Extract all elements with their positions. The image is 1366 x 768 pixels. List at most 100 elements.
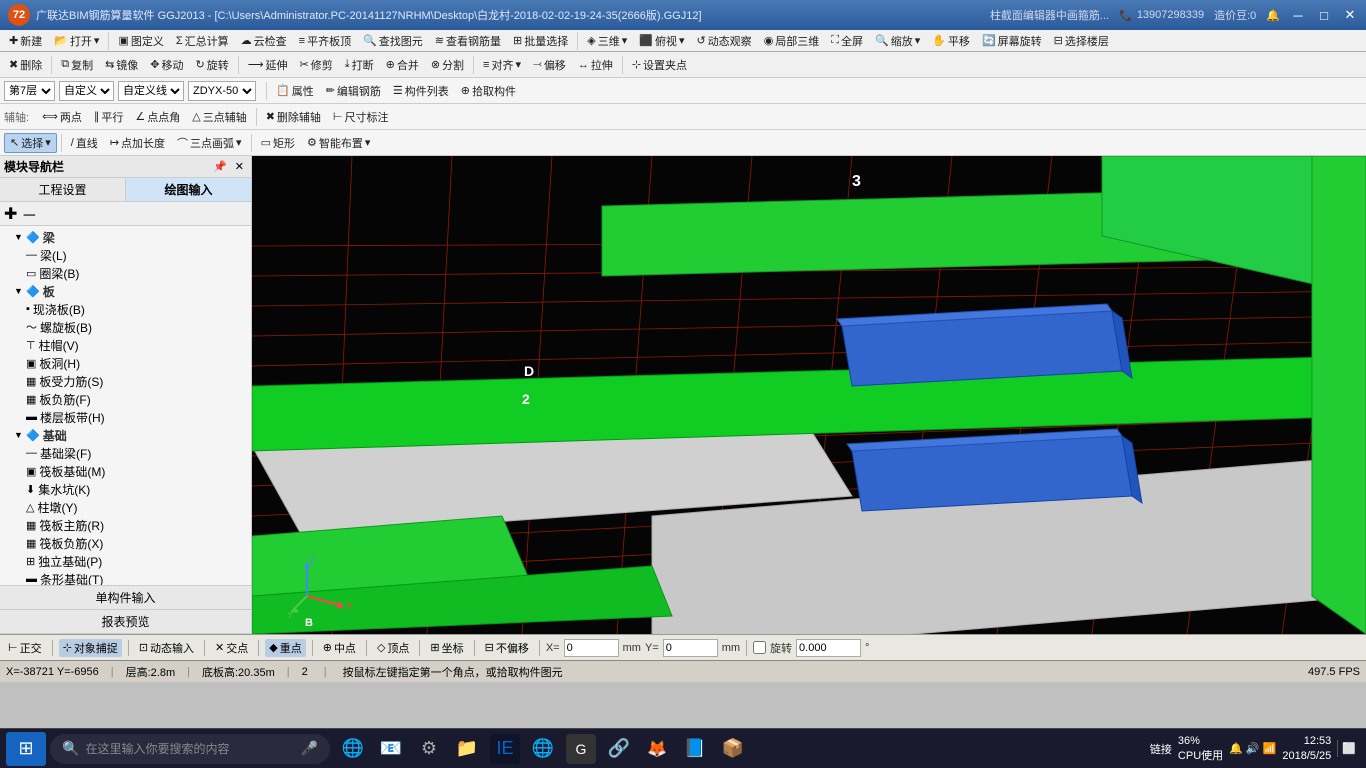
tool-mirror[interactable]: ⇆ 镜像 <box>100 56 143 74</box>
menu-screen-rotate[interactable]: 🔄 屏幕旋转 <box>977 32 1047 50</box>
taskbar-icon-1[interactable]: 🌐 <box>338 734 368 764</box>
tree-item-slab-rebar[interactable]: ▦ 板受力筋(S) <box>0 372 251 390</box>
snap-no-offset[interactable]: ⊟ 不偏移 <box>481 639 533 657</box>
maximize-button[interactable]: □ <box>1316 7 1332 23</box>
tree-item-spiral-slab[interactable]: 〜 螺旋板(B) <box>0 318 251 336</box>
taskbar-icon-4[interactable]: 📁 <box>452 734 482 764</box>
tool-extend[interactable]: ⟶ 延伸 <box>243 56 293 74</box>
tool-component-list[interactable]: ☰ 构件列表 <box>388 82 454 100</box>
tool-copy[interactable]: ⧉ 复制 <box>56 56 98 74</box>
tree-item-pit[interactable]: ⬇ 集水坑(K) <box>0 480 251 498</box>
tool-merge[interactable]: ⊕ 合并 <box>381 56 424 74</box>
y-coord-input[interactable] <box>663 639 718 657</box>
tree-category-foundation[interactable]: ▼ 🔷 基础 <box>0 426 251 444</box>
rotate-checkbox[interactable] <box>753 641 766 654</box>
rotate-input[interactable] <box>796 639 861 657</box>
report-preview-button[interactable]: 报表预览 <box>0 610 251 634</box>
tree-item-hole[interactable]: ▣ 板洞(H) <box>0 354 251 372</box>
tree-item-raft[interactable]: ▣ 筏板基础(M) <box>0 462 251 480</box>
tree-item-isolated[interactable]: ⊞ 独立基础(P) <box>0 552 251 570</box>
taskbar-icon-5[interactable]: IE <box>490 734 520 764</box>
tree-category-beam[interactable]: ▼ 🔷 梁 <box>0 228 251 246</box>
menu-batch[interactable]: ⊞ 批量选择 <box>508 32 573 50</box>
tool-grip[interactable]: ⊹ 设置夹点 <box>627 56 692 74</box>
close-button[interactable]: ✕ <box>1342 7 1358 23</box>
snap-intersection[interactable]: ✕ 交点 <box>211 639 252 657</box>
menu-top-view[interactable]: ⬛ 俯视 ▾ <box>634 32 689 50</box>
taskbar-search[interactable]: 🔍 在这里输入你要搜索的内容 🎤 <box>50 734 330 764</box>
zdyx-dropdown[interactable]: ZDYX-50 <box>188 81 256 101</box>
tree-item-raft-main-rebar[interactable]: ▦ 筏板主筋(R) <box>0 516 251 534</box>
snap-ortho[interactable]: ⊢ 正交 <box>4 639 46 657</box>
menu-view-rebar[interactable]: ≋ 查看钢筋量 <box>430 32 506 50</box>
taskbar-icon-2[interactable]: 📧 <box>376 734 406 764</box>
taskbar-icon-7[interactable]: G <box>566 734 596 764</box>
tool-align[interactable]: ≡ 对齐 ▾ <box>478 56 526 74</box>
snap-object[interactable]: ⊹ 对象捕捉 <box>59 639 122 657</box>
tree-item-beam-l[interactable]: — 梁(L) <box>0 246 251 264</box>
tool-split[interactable]: ⊗ 分割 <box>426 56 469 74</box>
tool-rotate[interactable]: ↻ 旋转 <box>191 56 234 74</box>
menu-calc[interactable]: Σ 汇总计算 <box>171 32 234 50</box>
minimize-button[interactable]: ─ <box>1290 7 1306 23</box>
tool-stretch[interactable]: ↔ 拉伸 <box>573 56 618 74</box>
menu-pan[interactable]: ✋ 平移 <box>927 32 975 50</box>
menu-local-3d[interactable]: ◉ 局部三维 <box>759 32 825 50</box>
tree-item-neg-rebar[interactable]: ▦ 板负筋(F) <box>0 390 251 408</box>
tool-properties[interactable]: 📋 属性 <box>271 82 319 100</box>
single-component-input-button[interactable]: 单构件输入 <box>0 586 251 610</box>
panel-minus-icon[interactable]: － <box>21 202 37 226</box>
floor-type-dropdown[interactable]: 自定义 <box>59 81 114 101</box>
panel-pin-button[interactable]: 📌 <box>210 160 230 173</box>
section-drawing-input[interactable]: 绘图输入 <box>126 178 251 201</box>
menu-new[interactable]: ✚ 新建 <box>4 32 47 50</box>
tool-pick-component[interactable]: ⊕ 拾取构件 <box>456 82 521 100</box>
snap-dynamic[interactable]: ⊡ 动态输入 <box>135 639 198 657</box>
tree-item-strip[interactable]: ▬ 条形基础(T) <box>0 570 251 585</box>
tool-straight-line[interactable]: / 直线 <box>66 134 103 152</box>
x-coord-input[interactable] <box>564 639 619 657</box>
menu-define[interactable]: ▣ 图定义 <box>113 32 168 50</box>
section-project-settings[interactable]: 工程设置 <box>0 178 126 201</box>
panel-add-icon[interactable]: ✚ <box>4 204 17 224</box>
taskbar-icon-3[interactable]: ⚙ <box>414 734 444 764</box>
line-type-dropdown[interactable]: 自定义线 <box>118 81 184 101</box>
tool-rectangle[interactable]: ▭ 矩形 <box>256 134 300 152</box>
tree-arrow-foundation[interactable]: ▼ <box>14 430 26 440</box>
tree-arrow[interactable]: ▼ <box>14 232 26 242</box>
tree-item-cast-slab[interactable]: ▪ 现浇板(B) <box>0 300 251 318</box>
menu-find-element[interactable]: 🔍 查找图元 <box>358 32 428 50</box>
tool-three-point-axis[interactable]: △ 三点辅轴 <box>187 108 251 126</box>
tree-item-foundation-beam[interactable]: — 基础梁(F) <box>0 444 251 462</box>
tool-trim[interactable]: ✂ 修剪 <box>295 56 338 74</box>
taskbar-icon-10[interactable]: 📘 <box>680 734 710 764</box>
taskbar-icon-11[interactable]: 📦 <box>718 734 748 764</box>
taskbar-icon-6[interactable]: 🌐 <box>528 734 558 764</box>
floor-dropdown[interactable]: 第7层 <box>4 81 55 101</box>
tray-show-desktop[interactable]: ⬜ <box>1337 740 1360 757</box>
tool-delete[interactable]: ✖ 删除 <box>4 56 47 74</box>
panel-close-button[interactable]: ✕ <box>232 160 247 173</box>
tool-dim[interactable]: ⊢ 尺寸标注 <box>328 108 394 126</box>
start-button[interactable]: ⊞ <box>6 732 46 766</box>
tree-item-raft-neg-rebar[interactable]: ▦ 筏板负筋(X) <box>0 534 251 552</box>
tool-auto-place[interactable]: ⚙ 智能布置 ▾ <box>302 134 375 152</box>
menu-align-top[interactable]: ≡ 平齐板顶 <box>294 32 356 50</box>
taskbar-icon-9[interactable]: 🦊 <box>642 734 672 764</box>
menu-3d[interactable]: ◈ 三维 ▾ <box>582 32 632 50</box>
title-icon-bell[interactable]: 🔔 <box>1266 9 1280 22</box>
tool-move[interactable]: ✥ 移动 <box>145 56 188 74</box>
tool-parallel[interactable]: ∥ 平行 <box>89 108 129 126</box>
tool-offset[interactable]: ⤙ 偏移 <box>528 56 571 74</box>
snap-center[interactable]: ⊕ 中点 <box>319 639 360 657</box>
tree-item-floor-band[interactable]: ▬ 楼层板带(H) <box>0 408 251 426</box>
tool-edit-rebar[interactable]: ✏ 编辑钢筋 <box>321 82 386 100</box>
viewport[interactable]: 3 D 2 B Z X Y B <box>252 156 1366 634</box>
menu-fullscreen[interactable]: ⛶ 全屏 <box>826 32 868 50</box>
tree-item-pedestal[interactable]: △ 柱墩(Y) <box>0 498 251 516</box>
menu-dynamic[interactable]: ↺ 动态观察 <box>691 32 756 50</box>
snap-vertex[interactable]: ◇ 顶点 <box>373 639 413 657</box>
menu-zoom[interactable]: 🔍 缩放 ▾ <box>870 32 925 50</box>
tool-three-point-arc[interactable]: ⌒ 三点画弧 ▾ <box>172 134 247 152</box>
snap-midpoint[interactable]: ◆ 重点 <box>265 639 305 657</box>
